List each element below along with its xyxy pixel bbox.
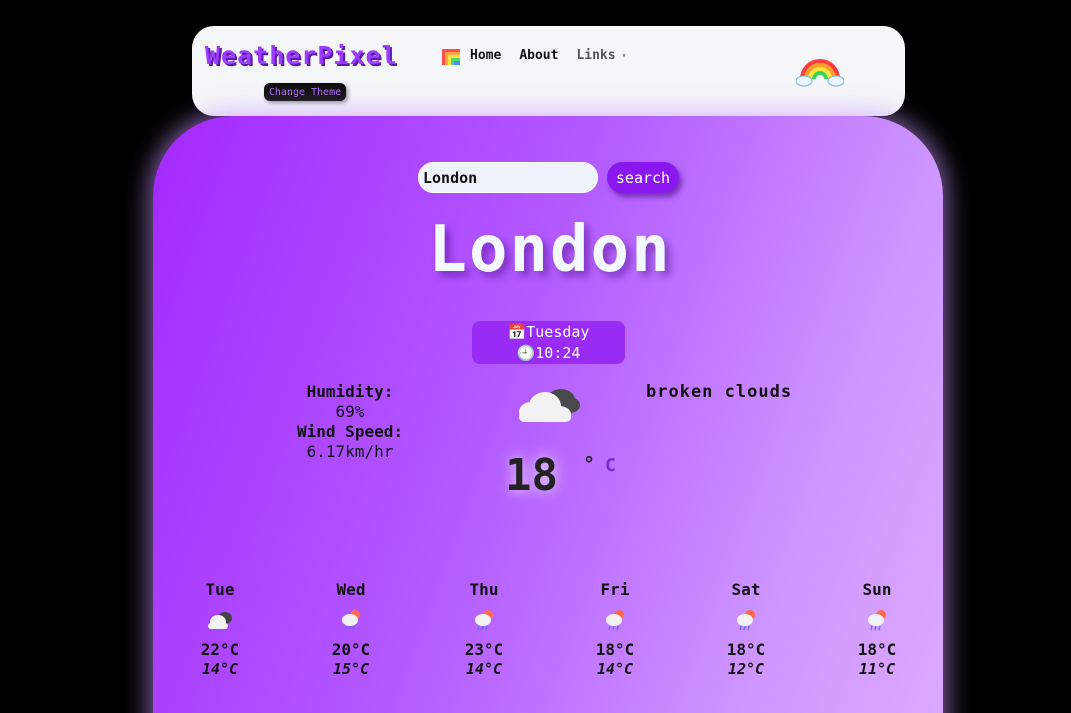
city-name: London xyxy=(428,213,672,287)
brand-logo[interactable]: WeatherPixel xyxy=(205,41,398,70)
nav-home[interactable]: Home xyxy=(470,48,501,63)
humidity-value: 69% xyxy=(335,402,365,421)
site-header: WeatherPixel Home About Links ▾ Change T… xyxy=(192,26,905,116)
nav-about[interactable]: About xyxy=(519,48,558,63)
clock-icon: 🕘 xyxy=(516,344,536,362)
forecast-day: Sat 18°C 12°C xyxy=(696,580,796,678)
calendar-icon: 📅 xyxy=(507,323,527,341)
time-row: 🕘10:24 xyxy=(472,343,625,364)
forecast-high: 20°C xyxy=(331,640,371,659)
weather-description: broken clouds xyxy=(646,382,793,402)
day-time-box: 📅Tuesday 🕘10:24 xyxy=(472,321,625,364)
forecast-day: Tue 22°C 14°C xyxy=(170,580,270,678)
forecast-high: 18°C xyxy=(857,640,897,659)
forecast-high: 22°C xyxy=(200,640,240,659)
forecast-low: 11°C xyxy=(858,660,896,678)
rainbow-cloud-icon xyxy=(796,59,844,87)
rain-icon xyxy=(475,610,493,631)
nav-links-label: Links xyxy=(576,48,616,63)
rain-icon xyxy=(342,610,360,631)
forecast-day-name: Wed xyxy=(336,580,366,599)
forecast-day-name: Sat xyxy=(731,580,761,599)
wind-label: Wind Speed: xyxy=(297,422,403,441)
rain-icon xyxy=(737,610,755,631)
forecast-day-name: Sun xyxy=(862,580,892,599)
day-row: 📅Tuesday xyxy=(472,322,625,343)
degree-symbol: ° xyxy=(583,452,596,476)
day-label: Tuesday xyxy=(526,323,590,341)
search-input[interactable] xyxy=(418,162,598,193)
forecast-low: 12°C xyxy=(727,660,765,678)
forecast-low: 14°C xyxy=(201,660,239,678)
forecast-low: 14°C xyxy=(465,660,503,678)
forecast-high: 18°C xyxy=(726,640,766,659)
chevron-down-icon: ▾ xyxy=(621,51,627,60)
rain-icon xyxy=(606,610,624,631)
clouds-icon xyxy=(208,612,232,629)
change-theme-button[interactable]: Change Theme xyxy=(264,83,346,101)
search-button[interactable]: search xyxy=(607,162,679,193)
forecast-high: 18°C xyxy=(595,640,635,659)
forecast-day-name: Thu xyxy=(469,580,499,599)
forecast-day: Sun 18°C 11°C xyxy=(827,580,927,678)
current-temperature: 18 xyxy=(505,450,558,501)
stats-block: Humidity: 69% Wind Speed: 6.17km/hr xyxy=(260,382,440,462)
main-nav: Home About Links ▾ xyxy=(470,48,626,63)
forecast-day: Thu 23°C 14°C xyxy=(434,580,534,678)
forecast-day: Fri 18°C 14°C xyxy=(565,580,665,678)
humidity-label: Humidity: xyxy=(306,382,394,401)
temperature-unit[interactable]: C xyxy=(605,455,616,476)
rainbow-icon xyxy=(442,49,460,65)
forecast-day-name: Fri xyxy=(600,580,630,599)
forecast-low: 15°C xyxy=(332,660,370,678)
time-label: 10:24 xyxy=(535,344,581,362)
nav-links-dropdown[interactable]: Links ▾ xyxy=(576,48,626,63)
broken-clouds-icon xyxy=(519,389,580,422)
forecast-low: 14°C xyxy=(596,660,634,678)
rain-icon xyxy=(868,610,886,631)
forecast-day-name: Tue xyxy=(205,580,235,599)
wind-value: 6.17km/hr xyxy=(306,442,394,461)
forecast-day: Wed 20°C 15°C xyxy=(301,580,401,678)
forecast-high: 23°C xyxy=(464,640,504,659)
